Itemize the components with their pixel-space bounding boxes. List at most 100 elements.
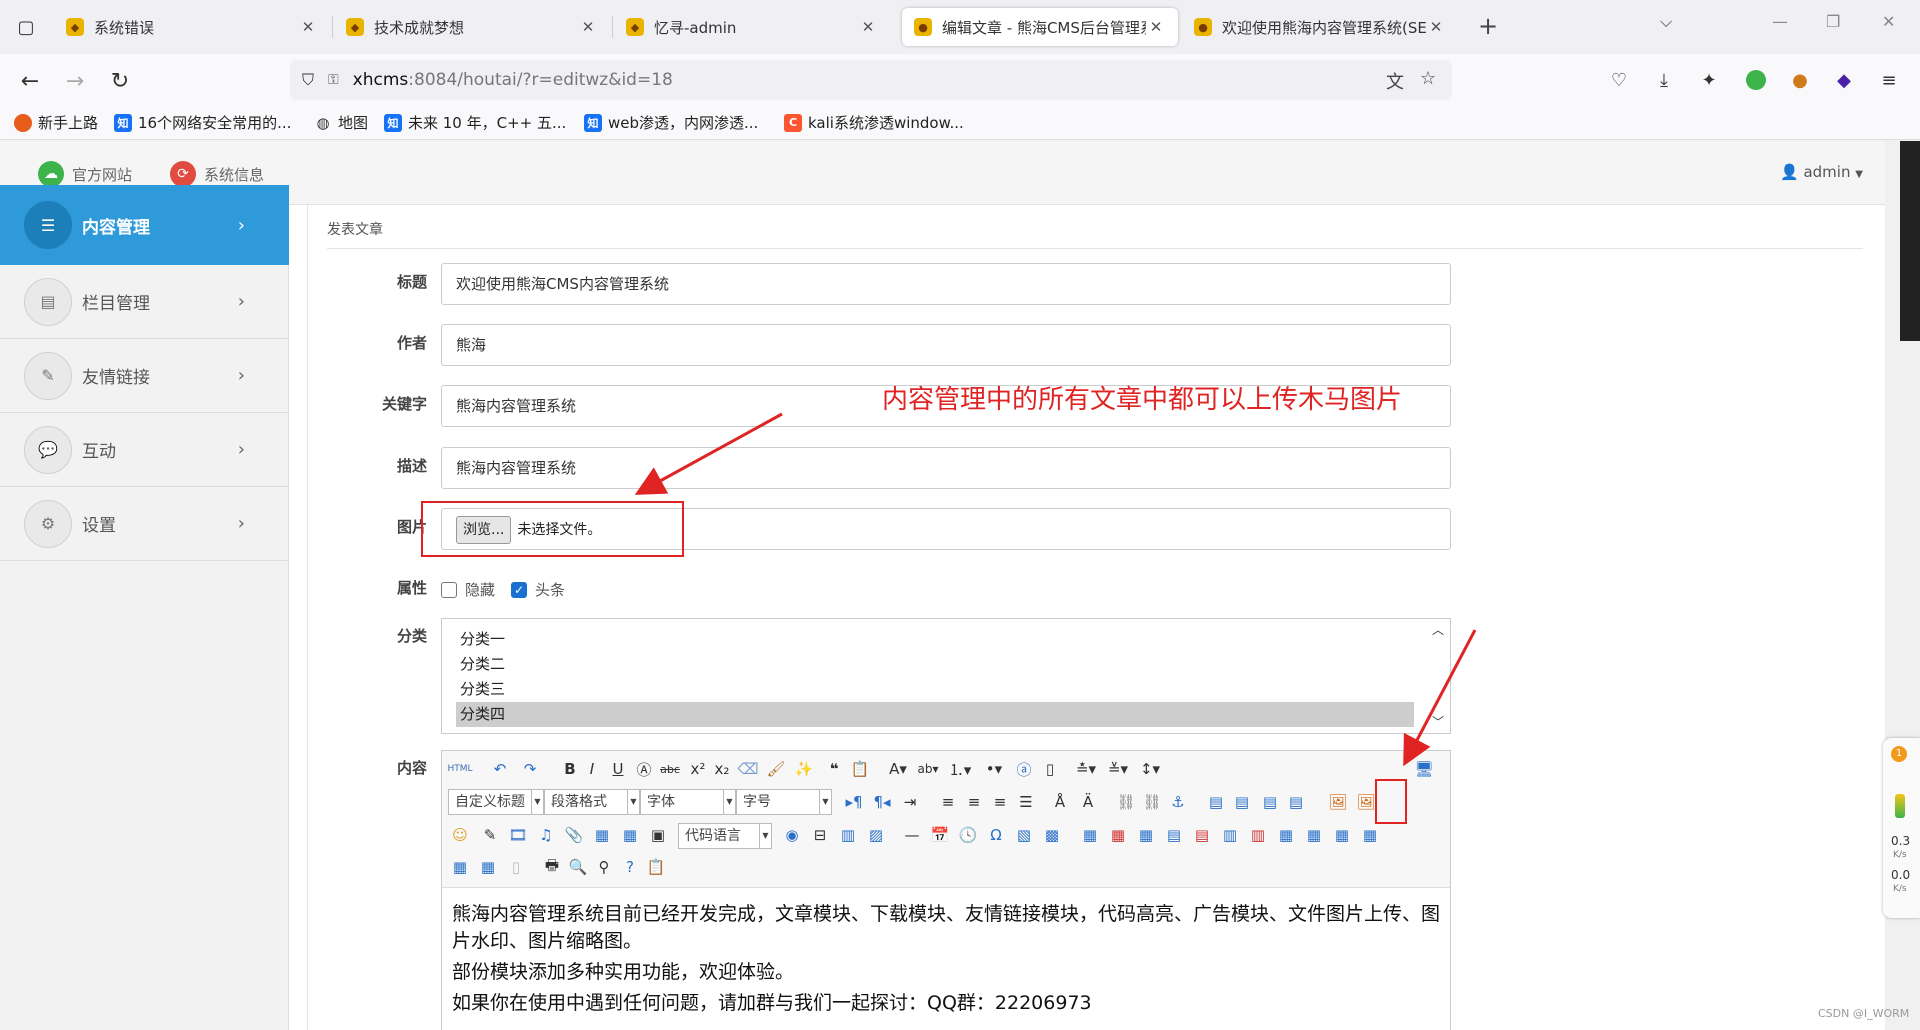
paste-plain-icon[interactable]: 📋 [848,757,872,781]
print-icon[interactable]: 🖶 [540,855,564,879]
merge-down-icon[interactable]: ▦ [1330,823,1354,847]
menu-icon[interactable]: ≡ [1877,68,1901,92]
tab-close-icon[interactable]: ✕ [578,18,598,36]
superscript-icon[interactable]: x² [686,757,710,781]
help-icon[interactable]: ? [618,855,642,879]
category-option[interactable]: 分类一 [456,627,1414,652]
font-border-icon[interactable]: Ⓐ [632,757,656,781]
align-right-icon[interactable]: ≡ [988,790,1012,814]
page-info-icon[interactable]: ⚿ [328,72,339,88]
line-height-icon[interactable]: ↕▾ [1138,757,1162,781]
font-size-select[interactable]: 字号 ▼ [736,789,832,815]
tab-overview-icon[interactable]: ▢ [0,0,52,54]
font-color-icon[interactable]: A▾ [886,757,910,781]
unlink-icon[interactable]: ⛓ [1140,790,1164,814]
template-icon[interactable]: ▥ [836,823,860,847]
description-input[interactable]: 熊海内容管理系统 [441,447,1451,489]
tab-list-chevron-icon[interactable]: ⌵ [1660,12,1672,32]
link-icon[interactable]: ⛓ [1114,790,1138,814]
sidebar-item-settings[interactable]: ⚙ 设置 › [0,487,289,561]
category-listbox[interactable]: 分类一 分类二 分类三 分类四 ︿ ﹀ [441,618,1451,734]
clear-doc-icon[interactable]: ▯ [1038,757,1062,781]
image-center-icon[interactable]: ▤ [1284,790,1308,814]
official-site-link[interactable]: ☁ 官方网站 [38,161,132,187]
ordered-list-icon[interactable]: ⒈▾ [948,757,972,781]
headline-checkbox[interactable]: ✓ 头条 [511,579,565,600]
close-window-icon[interactable]: ✕ [1882,12,1895,31]
title-input[interactable]: 欢迎使用熊海CMS内容管理系统 [441,263,1451,305]
music-icon[interactable]: ♫ [534,823,558,847]
bookmark-item[interactable]: 知 16个网络安全常用的... [114,112,291,133]
drafts-icon[interactable]: 📋 [644,855,668,879]
insert-video-icon[interactable]: 🎞 [506,823,530,847]
page-break-icon[interactable]: ⊟ [808,823,832,847]
bookmark-item[interactable]: 新手上路 [14,112,98,133]
pocket-icon[interactable]: ♡ [1607,68,1631,92]
unordered-list-icon[interactable]: •▾ [982,757,1006,781]
delete-row-icon[interactable]: ▤ [1190,823,1214,847]
anchor-icon[interactable]: ⚓ [1166,790,1190,814]
auto-format-icon[interactable]: ✨ [792,757,816,781]
paragraph-format-select[interactable]: 段落格式 ▼ [544,789,640,815]
translate-icon[interactable]: 文 [1386,68,1404,94]
fullscreen-icon[interactable]: 🖥 [1412,757,1436,781]
fox-extension-icon[interactable]: ● [1788,68,1812,92]
special-char-icon[interactable]: Ω [984,823,1008,847]
system-info-link[interactable]: ⟳ 系统信息 [170,161,264,187]
delete-table-icon[interactable]: ▦ [1106,823,1130,847]
insert-frame-icon[interactable]: ▣ [646,823,670,847]
insert-col-icon[interactable]: ▥ [1218,823,1242,847]
url-bar[interactable]: ⛉ ⚿ xhcms:8084/houtai/?r=editwz&id=18 文 … [290,60,1452,100]
image-right-icon[interactable]: ▤ [1230,790,1254,814]
hidden-checkbox[interactable]: 隐藏 [441,579,495,600]
insert-image-icon[interactable]: 🖼 [1326,790,1350,814]
category-option[interactable]: 分类二 [456,652,1414,677]
tab-system-error[interactable]: ◆ 系统错误 ✕ [54,8,330,46]
background-icon[interactable]: ▨ [864,823,888,847]
insert-row-icon[interactable]: ▤ [1162,823,1186,847]
forward-icon[interactable]: → [60,66,90,96]
sidebar-item-content[interactable]: ☰ 内容管理 › [0,185,289,265]
row-spacing-top-icon[interactable]: ≛▾ [1074,757,1098,781]
snapscreen-icon[interactable]: ▧ [1012,823,1036,847]
table-props-icon[interactable]: ▯ [504,855,528,879]
merge-right-icon[interactable]: ▦ [1302,823,1326,847]
sidebar-item-columns[interactable]: ▤ 栏目管理 › [0,265,289,339]
bookmark-star-icon[interactable]: ☆ [1420,68,1436,89]
back-icon[interactable]: ← [15,66,45,96]
split-cells-icon[interactable]: ▦ [1358,823,1382,847]
category-option-selected[interactable]: 分类四 [456,702,1414,727]
shield-icon[interactable]: ⛉ [302,70,314,90]
split-cols-icon[interactable]: ▦ [476,855,500,879]
image-none-icon[interactable]: ▤ [1258,790,1282,814]
font-family-select[interactable]: 字体 ▼ [640,789,736,815]
bookmark-item[interactable]: 知 未来 10 年，C++ 五... [384,112,566,133]
insert-paragraph-table-icon[interactable]: ▦ [1134,823,1158,847]
user-menu[interactable]: 👤 admin ▼ [1780,163,1863,181]
row-spacing-bottom-icon[interactable]: ≚▾ [1106,757,1130,781]
strikethrough-icon[interactable]: abc [658,757,682,781]
undo-icon[interactable]: ↶ [488,757,512,781]
sidebar-item-links[interactable]: ✎ 友情链接 › [0,339,289,413]
download-icon[interactable]: ⤓ [1652,68,1676,92]
url-text[interactable]: xhcms:8084/houtai/?r=editwz&id=18 [353,70,673,90]
ltr-icon[interactable]: ▸¶ [842,790,866,814]
italic-icon[interactable]: I [580,757,604,781]
blockquote-icon[interactable]: ❝ [822,757,846,781]
format-brush-icon[interactable]: 🖌 [764,757,788,781]
background-color-icon[interactable]: ab▾ [916,757,940,781]
search-replace-icon[interactable]: ⚲ [592,855,616,879]
scrollbar-thumb[interactable] [1900,141,1920,341]
preview-icon[interactable]: 🔍 [566,855,590,879]
minimize-icon[interactable]: — [1772,12,1788,31]
word-image-icon[interactable]: ▩ [1040,823,1064,847]
horizontal-rule-icon[interactable]: — [900,823,924,847]
redo-icon[interactable]: ↷ [518,757,542,781]
merge-cells-icon[interactable]: ▦ [1274,823,1298,847]
underline-icon[interactable]: U [606,757,630,781]
eraser-icon[interactable]: ⌫ [736,757,760,781]
scrawl-icon[interactable]: ✎ [478,823,502,847]
editor-content[interactable]: 熊海内容管理系统目前已经开发完成，文章模块、下载模块、友情链接模块，代码高亮、广… [452,901,1442,1021]
delete-col-icon[interactable]: ▥ [1246,823,1270,847]
indent-icon[interactable]: ⇥ [898,790,922,814]
